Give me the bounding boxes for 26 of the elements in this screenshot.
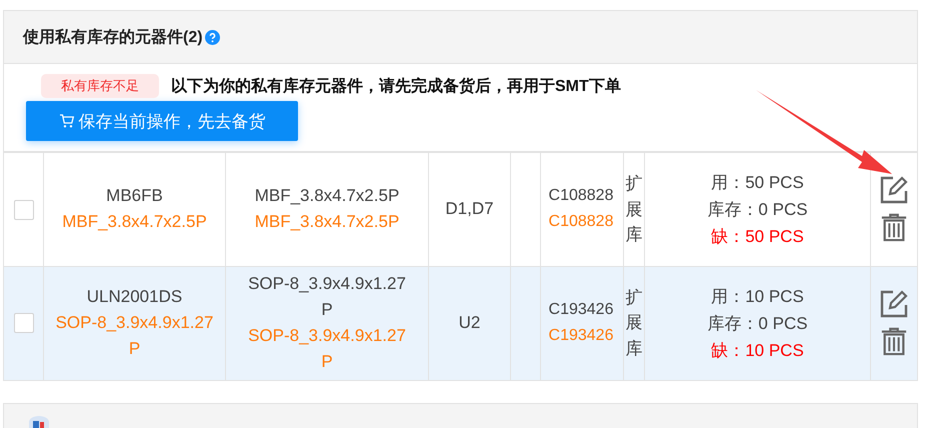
stock-button[interactable]: 保存当前操作，先去备货: [26, 101, 298, 141]
library-type: 扩展库: [626, 286, 642, 360]
part-name: MB6FB: [105, 185, 164, 208]
matched-part-number: C193426: [548, 326, 614, 346]
part-number: C193426: [548, 300, 614, 320]
matched-part-number: C108828: [548, 212, 614, 232]
package-name: MBF_3.8x4.7x2.5P: [254, 185, 400, 208]
section-title: 使用私有库存的元器件(2): [23, 27, 203, 48]
matched-package: MBF_3.8x4.7x2.5P: [254, 211, 400, 234]
designators: D1,D7: [444, 198, 495, 220]
part-number: C108828: [548, 186, 614, 206]
shortage-quantity: 缺：10 PCS: [710, 340, 805, 362]
matched-package: SOP-8_3.9x4.9x1.27P: [54, 312, 214, 360]
used-quantity: 用：10 PCS: [710, 286, 805, 308]
used-quantity: 用：50 PCS: [710, 172, 805, 194]
matched-package: SOP-8_3.9x4.9x1.27P: [247, 325, 407, 373]
stock-quantity: 库存：0 PCS: [706, 312, 809, 334]
part-name: ULN2001DS: [86, 286, 184, 308]
library-type: 扩展库: [626, 173, 642, 246]
designators: U2: [458, 312, 482, 334]
stock-quantity: 库存：0 PCS: [706, 198, 809, 221]
shortage-quantity: 缺：50 PCS: [710, 226, 805, 248]
matched-package: MBF_3.8x4.7x2.5P: [61, 211, 208, 234]
package-name: SOP-8_3.9x4.9x1.27P: [247, 273, 407, 321]
notice-message: 以下为你的私有库存元器件，请先完成备货后，再用于SMT下单: [171, 76, 621, 96]
warning-tag: 私有库存不足: [41, 74, 159, 98]
